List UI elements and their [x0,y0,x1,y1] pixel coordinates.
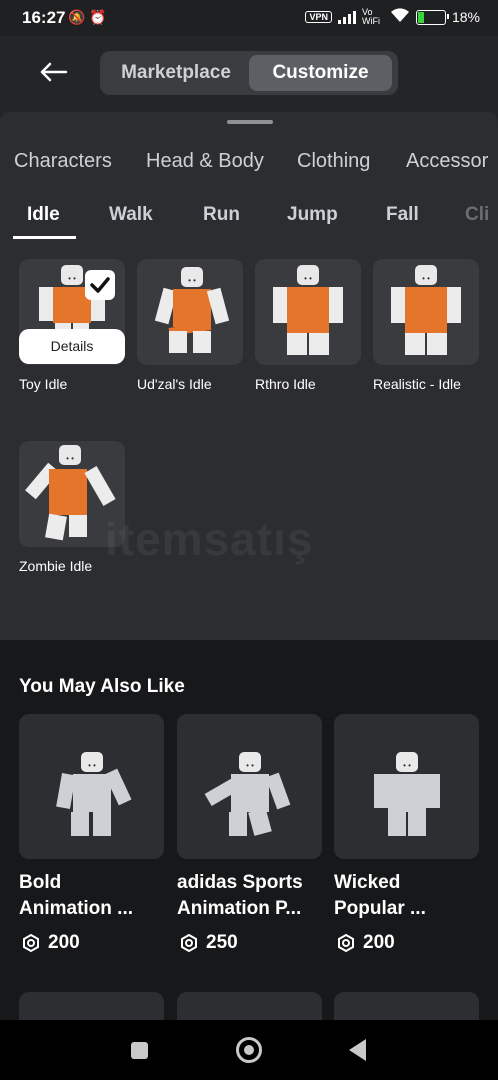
price-value: 250 [206,932,238,953]
item-tile-rthro-idle[interactable]: • • ‿ [255,259,361,365]
status-right-icons: VPN Vo WiFi 18% [305,8,480,26]
top-header: Marketplace Customize [0,36,498,112]
tab-marketplace[interactable]: Marketplace [106,55,246,91]
recommendation-name-line2: Popular ... [334,898,426,919]
recommendation-name-line1: Wicked [334,872,401,893]
item-label-udzals-idle: Ud'zal's Idle [137,376,212,392]
battery-percent: 18% [451,9,480,25]
item-label-toy-idle: Toy Idle [19,376,68,392]
robux-icon [181,934,197,952]
recommendation-price: 200 [337,932,395,954]
watermark-logo: itemsatış [105,513,314,565]
active-tab-underline [13,236,76,239]
marketplace-customize-toggle: Marketplace Customize [100,51,398,95]
drag-handle[interactable] [227,120,273,124]
details-button[interactable]: Details [19,329,125,364]
recommendation-name-line1: adidas Sports [177,872,303,893]
recommendation-name-line2: Animation P... [177,898,302,919]
price-value: 200 [363,932,395,953]
recommendation-name[interactable]: Wicked Popular ... [334,870,479,922]
recommendation-card-thumbnail[interactable]: • • ‿ [334,714,479,859]
item-label-zombie-idle: Zombie Idle [19,558,93,574]
tab-climb[interactable]: Cli [465,204,489,226]
avatar-thumbnail: • • ‿ [154,267,230,357]
vpn-icon: VPN [305,11,332,23]
recommendation-card-thumbnail[interactable]: • • ‿ [177,714,322,859]
arrow-left-icon[interactable] [36,54,72,90]
signal-icon [337,10,356,24]
robux-icon [23,934,39,952]
bell-off-icon: 🔕 [68,9,86,25]
system-nav-bar [0,1020,498,1080]
avatar-thumbnail: • • ‿ [25,445,116,541]
recommendation-name[interactable]: adidas Sports Animation P... [177,870,322,922]
recommendation-price: 200 [22,932,80,954]
tab-run[interactable]: Run [203,204,240,226]
item-tile-realistic-idle[interactable]: • • ‿ [373,259,479,365]
item-tile-udzals-idle[interactable]: • • ‿ [137,259,243,365]
category-tabs: Characters Head & Body Clothing Accessor [0,150,498,180]
circle-home-icon[interactable] [236,1037,262,1063]
recommendation-card-thumbnail[interactable]: • • ‿ [19,714,164,859]
tab-idle[interactable]: Idle [27,204,60,226]
recommendations-section: You May Also Like • • ‿ Bold Animation ..… [0,640,498,1032]
avatar-thumbnail: • • ‿ [56,752,132,842]
avatar-thumbnail: • • ‿ [391,265,461,357]
square-recent-icon[interactable] [131,1042,148,1059]
tab-walk[interactable]: Walk [109,204,153,226]
avatar-thumbnail: • • ‿ [273,265,343,357]
price-value: 200 [48,932,80,953]
category-accessories[interactable]: Accessor [406,150,488,173]
category-head-body[interactable]: Head & Body [146,150,264,173]
vowifi-icon: Vo WiFi [361,7,380,26]
alarm-icon: ⏰ [89,9,107,25]
battery-icon [415,9,449,25]
robux-icon [338,934,354,952]
wifi-icon [390,8,410,26]
recommendation-name[interactable]: Bold Animation ... [19,870,164,922]
recommendation-name-line1: Bold [19,872,62,893]
avatar-thumbnail: • • ‿ [204,752,295,842]
selected-check-icon [85,270,115,300]
status-bar: 16:27 🔕 ⏰ VPN Vo WiFi 18% [0,0,498,36]
status-time: 16:27 [22,8,66,27]
category-clothing[interactable]: Clothing [297,150,370,173]
tab-customize[interactable]: Customize [249,55,392,91]
recommendation-name-line2: Animation ... [19,898,133,919]
item-label-rthro-idle: Rthro Idle [255,376,316,392]
tab-jump[interactable]: Jump [287,204,338,226]
tab-fall[interactable]: Fall [386,204,419,226]
triangle-back-icon[interactable] [349,1039,366,1061]
section-title: You May Also Like [19,676,185,697]
recommendation-price: 250 [180,932,238,954]
category-characters[interactable]: Characters [14,150,112,173]
status-left-icons: 🔕 ⏰ [68,9,107,26]
item-label-realistic-idle: Realistic - Idle [373,376,461,392]
avatar-thumbnail: • • ‿ [372,752,452,842]
